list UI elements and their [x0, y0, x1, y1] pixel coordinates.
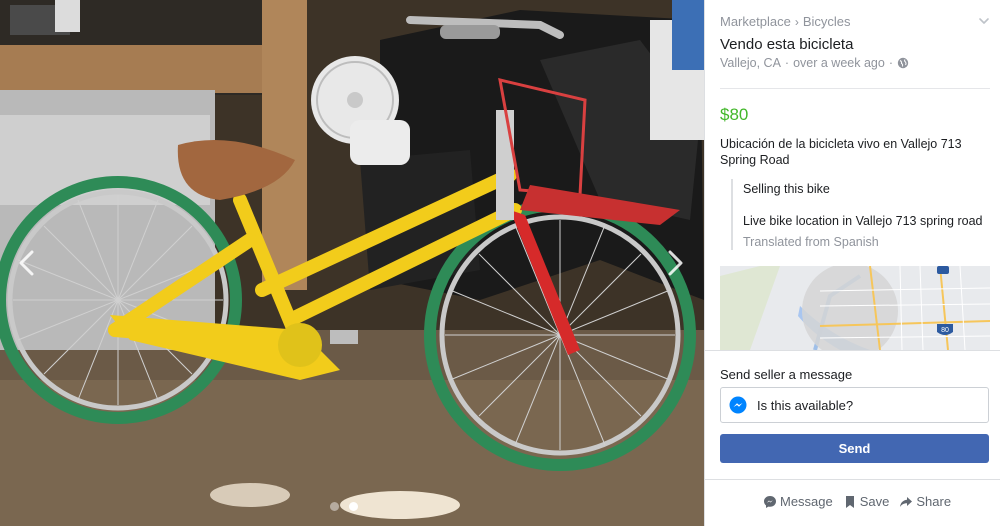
- listing-photo-viewer: [0, 0, 704, 526]
- listing-meta: Vallejo, CA · over a week ago ·: [720, 56, 909, 70]
- message-divider: [705, 350, 1000, 351]
- map-image: 80: [720, 266, 990, 350]
- bicycle-photo: [0, 0, 704, 526]
- message-input-value[interactable]: Is this available?: [757, 398, 853, 413]
- listing-location[interactable]: Vallejo, CA: [720, 56, 781, 70]
- translation-line-2: Live bike location in Vallejo 713 spring…: [743, 214, 983, 228]
- translation-note[interactable]: Translated from Spanish: [743, 234, 993, 250]
- highway-shield-top: [937, 266, 949, 274]
- footer-divider: [705, 479, 1000, 480]
- translation-line-1: Selling this bike: [743, 182, 830, 196]
- highway-label: 80: [941, 327, 949, 334]
- listing-actions: Message Save Share: [763, 494, 951, 509]
- messenger-icon: [729, 396, 747, 414]
- breadcrumb: Marketplace › Bicycles: [720, 14, 851, 29]
- listing-description: Ubicación de la bicicleta vivo en Vallej…: [720, 137, 962, 167]
- send-button[interactable]: Send: [720, 434, 989, 463]
- listing-details-panel: Marketplace › Bicycles Vendo esta bicicl…: [704, 0, 1000, 526]
- share-arrow-icon: [900, 496, 913, 507]
- message-heading: Send seller a message: [720, 367, 853, 382]
- listing-details-scroll[interactable]: Marketplace › Bicycles Vendo esta bicicl…: [705, 0, 1000, 350]
- share-action-label: Share: [916, 494, 952, 509]
- breadcrumb-separator: ›: [794, 14, 799, 29]
- save-action-button[interactable]: Save: [843, 494, 890, 509]
- meta-separator: ·: [888, 56, 893, 70]
- highway-shield-80: 80: [937, 324, 953, 335]
- listing-posted-time: over a week ago: [793, 56, 885, 70]
- chevron-right-icon: [668, 250, 683, 276]
- photo-dot-1[interactable]: [330, 502, 339, 511]
- photo-pager: [330, 502, 358, 511]
- next-photo-button[interactable]: [660, 240, 690, 286]
- globe-icon: [897, 57, 909, 69]
- photo-dot-2[interactable]: [349, 502, 358, 511]
- save-action-label: Save: [859, 494, 890, 509]
- chevron-left-icon: [19, 250, 34, 276]
- message-action-label: Message: [780, 494, 833, 509]
- previous-photo-button[interactable]: [12, 240, 42, 286]
- listing-price: $80: [720, 105, 749, 124]
- listing-title: Vendo esta bicicleta: [720, 36, 854, 53]
- messenger-icon: [764, 495, 776, 508]
- meta-separator: ·: [784, 56, 790, 70]
- chevron-down-icon[interactable]: [977, 15, 991, 27]
- breadcrumb-bicycles[interactable]: Bicycles: [803, 14, 851, 29]
- breadcrumb-marketplace[interactable]: Marketplace: [720, 14, 791, 29]
- location-map[interactable]: 80: [720, 266, 990, 350]
- message-action-button[interactable]: Message: [763, 494, 833, 509]
- share-action-button[interactable]: Share: [899, 494, 951, 509]
- translated-description: Selling this bike Live bike location in …: [731, 179, 993, 250]
- bookmark-icon: [845, 495, 854, 508]
- message-input[interactable]: Is this available?: [720, 387, 989, 423]
- header-divider: [720, 88, 990, 89]
